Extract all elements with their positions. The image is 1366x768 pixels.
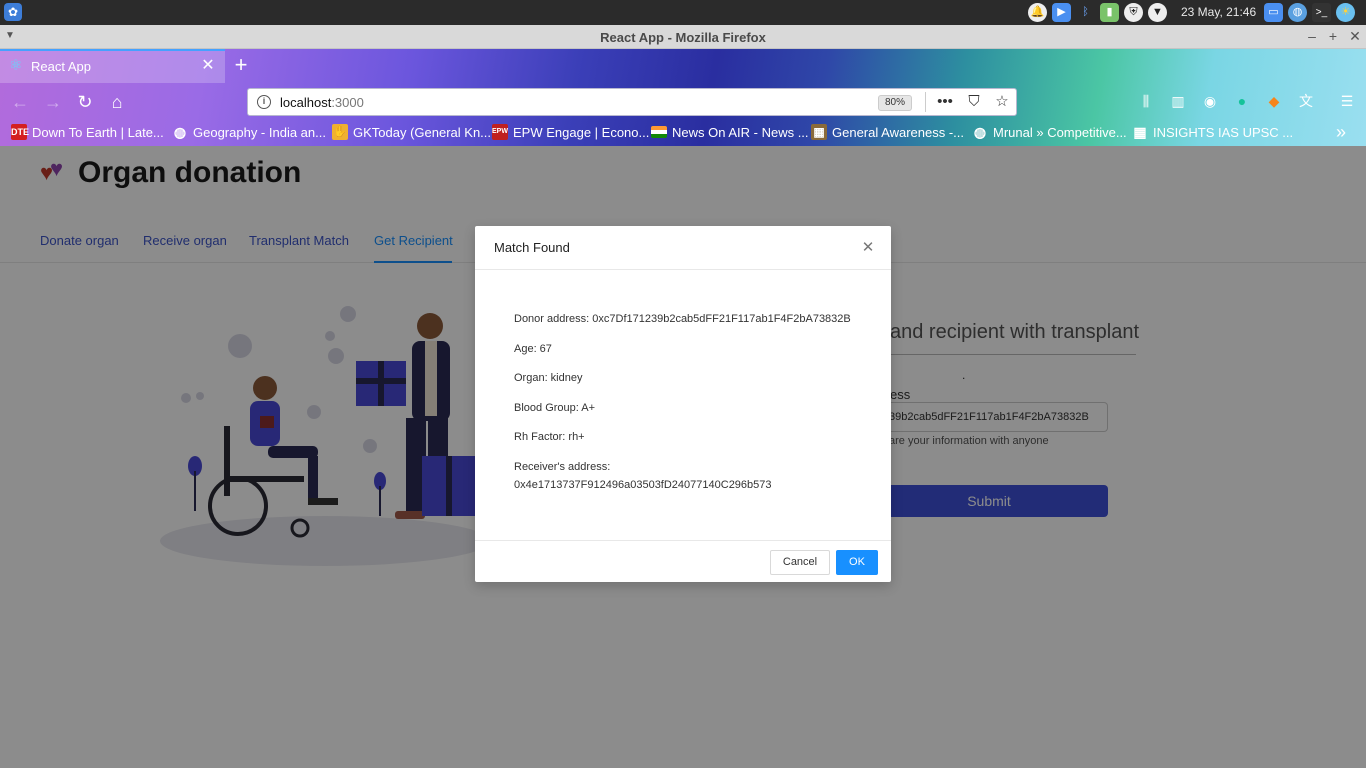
bookmark-label: General Awareness -... bbox=[832, 124, 964, 140]
sidebar-icon[interactable]: ▥ bbox=[1168, 91, 1188, 111]
forward-button[interactable]: → bbox=[40, 90, 66, 114]
bookmark-item[interactable]: EPW EPW Engage | Econo... bbox=[492, 123, 649, 141]
app-menu-icon[interactable]: ✿ bbox=[4, 3, 22, 21]
url-port: :3000 bbox=[331, 95, 364, 110]
browser-tab[interactable]: ⚛ React App ✕ bbox=[0, 49, 225, 83]
bookmark-label: News On AIR - News ... bbox=[672, 124, 809, 140]
bell-icon[interactable]: 🔔 bbox=[1028, 3, 1047, 22]
url-divider bbox=[925, 92, 926, 112]
grammarly-icon[interactable]: ● bbox=[1232, 91, 1252, 111]
blood-group: Blood Group: A+ bbox=[514, 401, 596, 414]
url-host: localhost bbox=[280, 95, 332, 110]
receiver-address-label: Receiver's address: bbox=[514, 460, 611, 473]
match-found-modal: Match Found ✕ Donor address: 0xc7Df17123… bbox=[475, 226, 891, 582]
hamburger-menu-icon[interactable]: ☰ bbox=[1337, 91, 1357, 111]
bookmark-star-icon[interactable]: ☆ bbox=[991, 92, 1013, 112]
pocket-icon[interactable]: ⛉ bbox=[963, 92, 985, 112]
bookmark-label: Down To Earth | Late... bbox=[32, 124, 164, 140]
bookmark-item[interactable]: ◍ Mrunal » Competitive... bbox=[972, 123, 1127, 141]
vpn-icon[interactable]: ▼ bbox=[1148, 3, 1167, 22]
donor-address: Donor address: 0xc7Df171239b2cab5dFF21F1… bbox=[514, 313, 851, 325]
donor-age: Age: 67 bbox=[514, 342, 552, 355]
bookmark-item[interactable]: ✋ GKToday (General Kn... bbox=[332, 123, 491, 141]
modal-title: Match Found bbox=[494, 240, 570, 255]
window-title: React App - Mozilla Firefox bbox=[600, 30, 766, 45]
bookmark-item[interactable]: News On AIR - News ... bbox=[651, 123, 809, 141]
terminal-icon[interactable]: >_ bbox=[1312, 3, 1331, 22]
bluetooth-icon[interactable]: ᛒ bbox=[1076, 3, 1095, 22]
metamask-icon[interactable]: ◆ bbox=[1264, 91, 1284, 111]
bookmark-label: INSIGHTS IAS UPSC ... bbox=[1153, 124, 1294, 140]
modal-header: Match Found ✕ bbox=[475, 226, 891, 270]
window-titlebar: ▼ React App - Mozilla Firefox – + ✕ bbox=[0, 25, 1366, 49]
bookmark-label: GKToday (General Kn... bbox=[353, 124, 492, 140]
bookmark-label: EPW Engage | Econo... bbox=[513, 124, 650, 140]
url-text[interactable]: localhost:3000 bbox=[280, 95, 364, 110]
os-top-panel: ✿ 🔔 ▶ ᛒ ▮ ⛨ ▼ 23 May, 21:46 ▭ ◍ >_ ☀ bbox=[0, 0, 1366, 25]
bookmarks-bar: DTE Down To Earth | Late... ◍ Geography … bbox=[0, 120, 1366, 144]
bookmark-label: Geography - India an... bbox=[193, 124, 326, 140]
back-button[interactable]: ← bbox=[7, 90, 33, 114]
bookmark-favicon-icon: ✋ bbox=[332, 124, 348, 140]
bookmark-item[interactable]: ▦ INSIGHTS IAS UPSC ... bbox=[1132, 123, 1293, 141]
shield-icon[interactable]: ⛨ bbox=[1124, 3, 1143, 22]
rh-factor: Rh Factor: rh+ bbox=[514, 431, 585, 443]
organ: Organ: kidney bbox=[514, 372, 583, 384]
library-icon[interactable]: ⫼ bbox=[1136, 91, 1156, 111]
zoom-level[interactable]: 80% bbox=[878, 95, 913, 111]
system-tray: 🔔 ▶ ᛒ ▮ ⛨ ▼ bbox=[1028, 3, 1167, 22]
bookmark-item[interactable]: ◍ Geography - India an... bbox=[172, 123, 326, 141]
new-tab-button[interactable]: + bbox=[230, 53, 252, 77]
modal-body: Donor address: 0xc7Df171239b2cab5dFF21F1… bbox=[514, 310, 874, 494]
home-button[interactable]: ⌂ bbox=[104, 90, 130, 114]
weather-icon[interactable]: ☀ bbox=[1336, 3, 1355, 22]
close-window-icon[interactable]: ✕ bbox=[1347, 28, 1363, 45]
bookmark-favicon-icon: DTE bbox=[11, 124, 29, 140]
bookmark-favicon-icon: ▦ bbox=[811, 124, 827, 140]
bookmark-label: Mrunal » Competitive... bbox=[993, 124, 1127, 140]
clock[interactable]: 23 May, 21:46 bbox=[1181, 5, 1256, 19]
globe-icon: ◍ bbox=[973, 124, 987, 140]
window-icon[interactable]: ▭ bbox=[1264, 3, 1283, 22]
account-icon[interactable]: ◉ bbox=[1200, 91, 1220, 111]
translate-icon[interactable]: 文 bbox=[1296, 91, 1316, 111]
bookmark-item[interactable]: ▦ General Awareness -... bbox=[811, 123, 964, 141]
globe-icon[interactable]: ◍ bbox=[1288, 3, 1307, 22]
receiver-address: 0x4e1713737F912496a03503fD24077140C296b5… bbox=[514, 478, 772, 491]
globe-icon: ◍ bbox=[173, 124, 187, 140]
bookmark-favicon-icon: ▦ bbox=[1133, 124, 1147, 140]
ok-button[interactable]: OK bbox=[836, 550, 878, 575]
close-tab-icon[interactable]: ✕ bbox=[199, 57, 217, 75]
react-icon: ⚛ bbox=[9, 57, 23, 74]
network-icon[interactable]: ▮ bbox=[1100, 3, 1119, 22]
minimize-icon[interactable]: – bbox=[1304, 28, 1320, 44]
more-bookmarks-icon[interactable]: » bbox=[1336, 122, 1346, 143]
browser-toolbar: ⚛ React App ✕ + ← → ↻ ⌂ i localhost:3000… bbox=[0, 49, 1366, 146]
india-flag-icon bbox=[651, 126, 667, 138]
video-icon[interactable]: ▶ bbox=[1052, 3, 1071, 22]
modal-footer: Cancel OK bbox=[475, 540, 891, 582]
tab-title: React App bbox=[31, 59, 91, 74]
close-icon[interactable]: ✕ bbox=[858, 238, 878, 258]
page-actions-icon[interactable]: ••• bbox=[934, 92, 956, 112]
info-icon[interactable]: i bbox=[257, 95, 271, 109]
cancel-button[interactable]: Cancel bbox=[770, 550, 830, 575]
system-tray-right: ▭ ◍ >_ ☀ bbox=[1264, 3, 1355, 22]
reload-button[interactable]: ↻ bbox=[72, 90, 98, 114]
maximize-icon[interactable]: + bbox=[1325, 28, 1341, 44]
bookmark-favicon-icon: EPW bbox=[492, 124, 508, 140]
url-bar[interactable]: i localhost:3000 80% ••• ⛉ ☆ bbox=[247, 88, 1017, 116]
bookmark-item[interactable]: DTE Down To Earth | Late... bbox=[11, 123, 164, 141]
